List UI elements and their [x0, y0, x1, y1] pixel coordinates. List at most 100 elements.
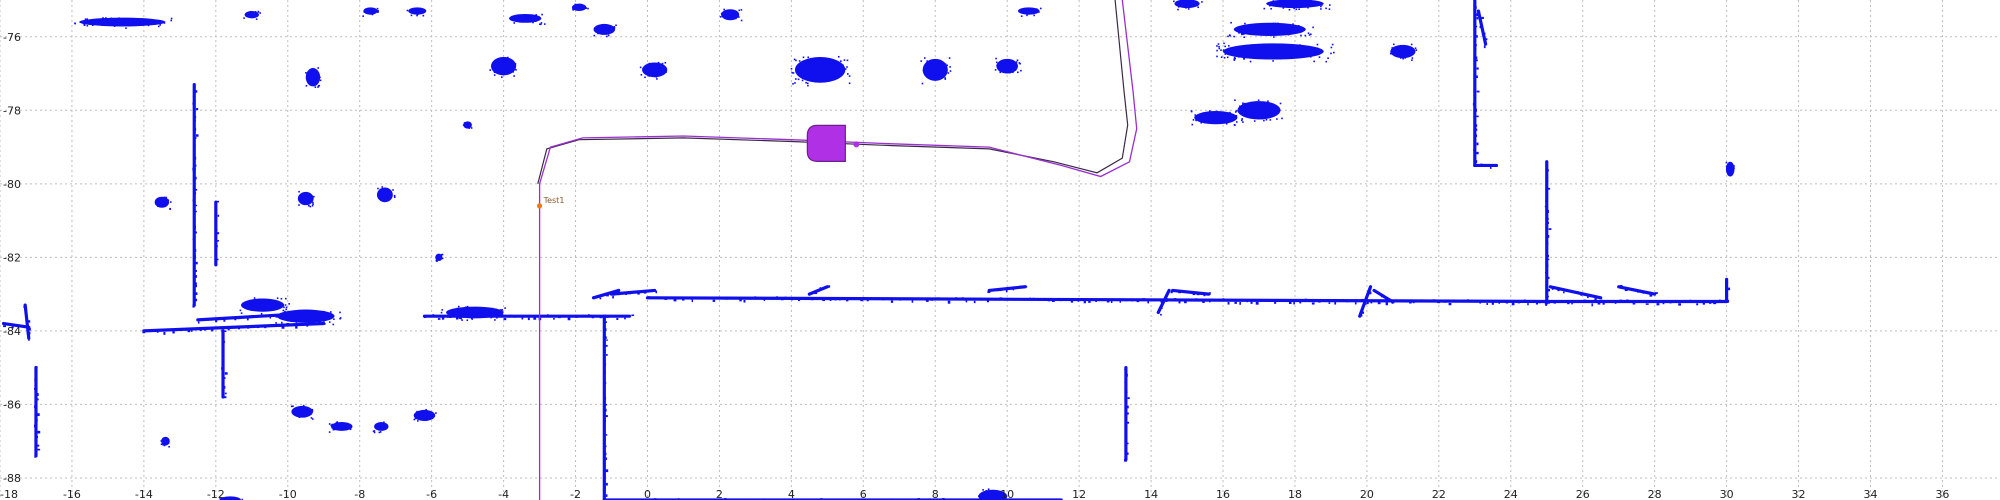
obstacle-point: [1299, 29, 1302, 31]
obstacle-point: [111, 23, 114, 26]
obstacle-point: [1689, 299, 1692, 302]
obstacle-point: [792, 72, 795, 74]
obstacle-point: [414, 417, 417, 420]
obstacle-point: [313, 195, 315, 198]
obstacle-point: [1483, 32, 1486, 35]
obstacle-point: [298, 416, 301, 418]
obstacle-point: [723, 8, 725, 11]
obstacle-point: [814, 291, 818, 295]
obstacle-point: [543, 23, 546, 25]
obstacle-point: [899, 298, 902, 301]
robot-body[interactable]: [806, 124, 846, 162]
obstacle-point: [809, 71, 812, 73]
obstacle-point: [1401, 300, 1403, 303]
obstacle-point: [1409, 301, 1412, 304]
map-view[interactable]: Test1 -18 -16 -14 -12 -10 -8 -6 -4 -2 0 2 4 6 8 10 12 14…: [0, 0, 2000, 500]
obstacle-point: [929, 64, 931, 67]
obstacle-point: [192, 199, 195, 202]
obstacle-point: [1012, 287, 1015, 291]
obstacle-point: [1476, 115, 1479, 118]
obstacle-point: [801, 79, 804, 82]
obstacle-point: [317, 67, 319, 69]
obstacle-point: [655, 296, 658, 299]
obstacle-point: [606, 35, 608, 38]
obstacle-point: [927, 65, 929, 67]
obstacle-point: [1125, 299, 1128, 302]
obstacle-point: [497, 66, 499, 68]
obstacle-point: [324, 323, 326, 325]
obstacle-point: [363, 11, 366, 13]
obstacle-point: [604, 419, 606, 423]
obstacle-point: [486, 312, 488, 314]
obstacle-point: [194, 218, 196, 221]
obstacle-point: [332, 323, 335, 326]
obstacle-point: [1269, 119, 1272, 121]
obstacle-point: [994, 69, 997, 71]
obstacle-point: [1702, 302, 1705, 305]
obstacle-point: [822, 61, 824, 63]
obstacle-point: [535, 14, 537, 16]
obstacle-point: [25, 311, 27, 314]
obstacle-point: [1182, 0, 1184, 1]
obstacle-point: [603, 359, 606, 362]
obstacle-point: [1505, 300, 1509, 304]
obstacle-point: [605, 336, 607, 340]
obstacle-point: [327, 316, 329, 319]
obstacle-point: [582, 314, 584, 318]
obstacle-point: [167, 199, 170, 201]
obstacle-point: [1696, 303, 1699, 306]
obstacle-point: [192, 179, 195, 182]
waypoint-marker-icon[interactable]: [536, 203, 543, 209]
obstacle-point: [311, 408, 314, 411]
obstacle-point: [253, 297, 256, 299]
obstacle-point: [466, 319, 469, 322]
marker-layer[interactable]: Test1: [536, 196, 564, 209]
obstacle-point: [168, 445, 170, 448]
obstacle-point: [848, 75, 851, 77]
obstacle-point: [440, 311, 443, 314]
obstacle-point: [604, 321, 607, 323]
occupancy-map[interactable]: Test1 -18 -16 -14 -12 -10 -8 -6 -4 -2 0 2 4 6 8 10 12 14…: [0, 0, 2000, 500]
obstacle-point: [1228, 34, 1231, 36]
obstacle-point: [383, 421, 385, 424]
obstacle-point: [1257, 99, 1260, 102]
obstacle-point: [1484, 38, 1488, 41]
obstacle-point: [791, 297, 794, 301]
obstacle-point: [1311, 302, 1315, 305]
obstacle-point: [371, 13, 374, 16]
obstacle-point: [911, 300, 914, 303]
obstacle-point: [923, 57, 926, 59]
obstacle-point: [438, 256, 440, 258]
obstacle-point: [1727, 170, 1730, 172]
obstacle-point: [643, 291, 647, 294]
obstacle-point: [508, 67, 510, 70]
obstacle-point: [1287, 33, 1290, 36]
obstacle-point: [305, 72, 307, 74]
obstacle-point: [506, 56, 509, 59]
obstacle-point: [792, 82, 794, 85]
obstacle-point: [23, 305, 26, 308]
obstacle-cluster: [305, 68, 321, 87]
y-tick-label: -76: [3, 31, 21, 44]
obstacle-point: [1306, 54, 1309, 56]
obstacle-point: [193, 116, 197, 119]
obstacle-point: [373, 431, 376, 434]
obstacle-point: [290, 318, 293, 320]
obstacle-point: [896, 298, 899, 301]
obstacle-point: [738, 16, 740, 18]
obstacle-point: [510, 64, 512, 67]
obstacle-point: [604, 403, 608, 406]
obstacle-point: [244, 307, 247, 309]
obstacle-point: [258, 301, 261, 304]
obstacle-point: [763, 299, 766, 301]
obstacle-point: [660, 73, 662, 75]
obstacle-point: [156, 330, 159, 333]
obstacle-point: [336, 422, 338, 425]
obstacle-point: [308, 410, 311, 412]
obstacle-point: [721, 14, 723, 16]
obstacle-point: [1385, 302, 1388, 306]
obstacle-point: [604, 328, 607, 331]
obstacle-point: [515, 68, 517, 71]
obstacle-point: [1014, 299, 1017, 301]
obstacle-point: [1547, 288, 1550, 292]
